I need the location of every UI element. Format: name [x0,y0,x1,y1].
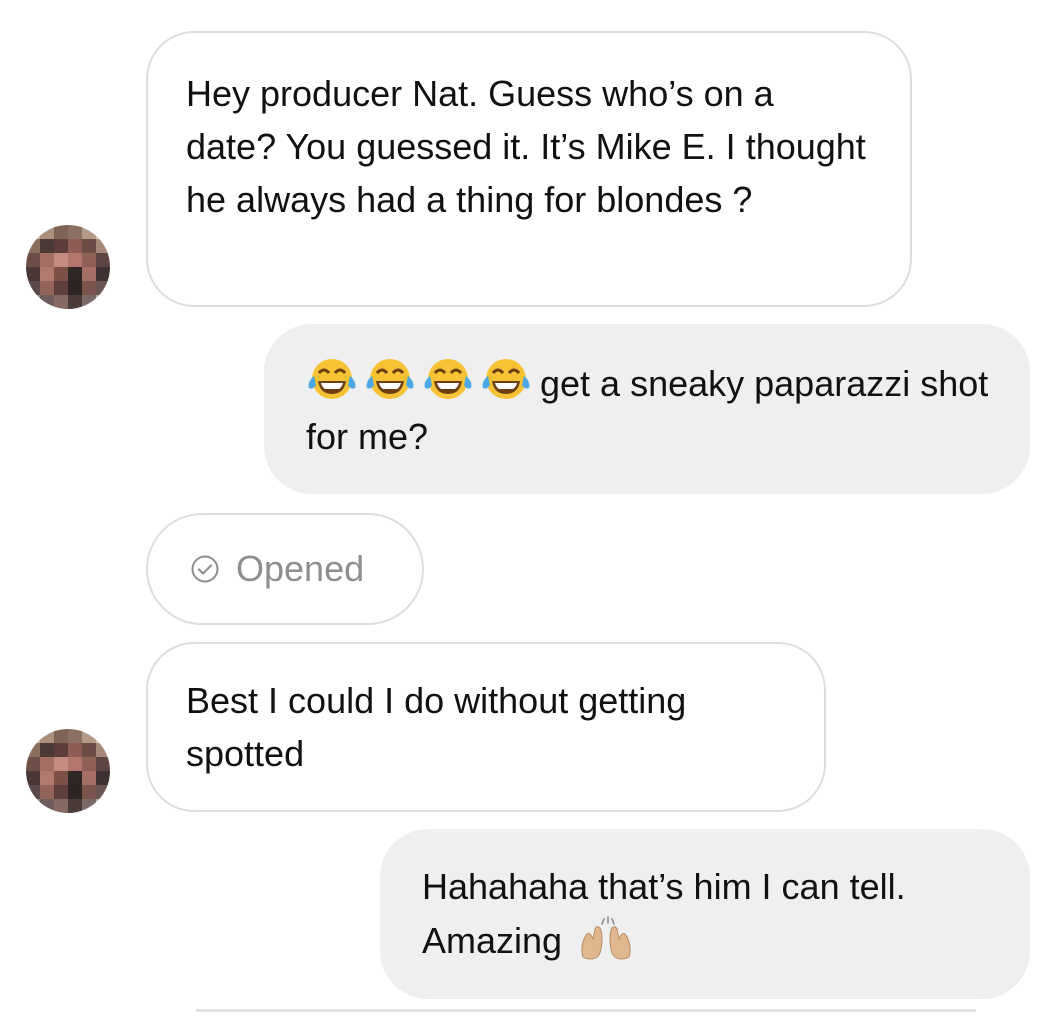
tears-of-joy-icon [308,359,356,399]
tears-of-joy-icon [366,359,414,399]
incoming-message-bubble[interactable]: Best I could I do without getting spotte… [146,642,826,812]
tears-of-joy-icon [482,359,530,399]
seen-status-label: Opened [236,548,365,589]
tears-of-joy-icon [424,359,472,399]
sender-avatar[interactable] [26,729,110,813]
chat-thread: Hey producer Nat. Guess who’s on a date?… [0,0,1047,1015]
seen-status-pill: Opened [146,513,424,625]
sender-avatar[interactable] [26,225,110,309]
outgoing-message-bubble[interactable]: get a sneaky paparazzi shot for me? [264,324,1030,494]
raising-hands-icon [581,916,631,960]
outgoing-message-bubble[interactable]: Hahahaha that’s him I can tell. Amazing [380,829,1030,999]
emoji-group [306,354,532,404]
incoming-message-bubble[interactable]: Hey producer Nat. Guess who’s on a date?… [146,31,912,307]
message-text: Hey producer Nat. Guess who’s on a date?… [186,73,866,220]
check-circle-icon [191,555,219,583]
message-text: Hahahaha that’s him I can tell. Amazing [422,866,906,961]
divider [196,1009,976,1012]
message-text: Best I could I do without getting spotte… [186,680,687,774]
